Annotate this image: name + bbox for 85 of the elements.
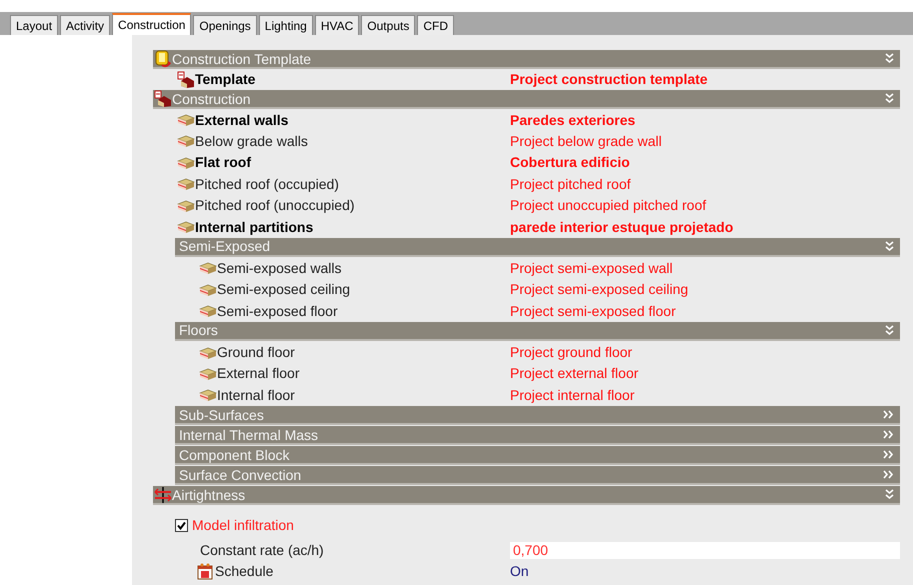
collapse-chevron-icon <box>883 450 894 460</box>
input-field[interactable]: 0,700 <box>510 542 900 560</box>
section-header[interactable]: Airtightness <box>153 486 900 506</box>
layer-icon <box>199 366 217 381</box>
tab[interactable]: Openings <box>193 15 257 35</box>
layer-icon <box>177 220 195 234</box>
expand-chevron-icon <box>885 240 894 252</box>
expand-chevron-icon <box>885 93 894 104</box>
section-title: Sub-Surfaces <box>179 408 265 422</box>
layer-icon <box>177 198 195 213</box>
row-label: External floor <box>217 364 300 384</box>
row-value[interactable]: Project semi-exposed ceiling <box>510 279 688 300</box>
row-value[interactable]: Project below grade wall <box>510 130 662 152</box>
arrows-icon <box>154 486 172 504</box>
row-value[interactable]: Project semi-exposed wall <box>510 258 673 279</box>
check-icon <box>177 520 186 530</box>
section-header[interactable]: Floors <box>175 322 900 341</box>
tab[interactable]: HVAC <box>314 15 360 35</box>
section-title: Semi-Exposed <box>179 239 272 254</box>
field-label: Constant rate (ac/h) <box>200 541 324 560</box>
section-header[interactable]: Sub-Surfaces <box>175 406 900 426</box>
section-header[interactable]: Surface Convection <box>175 466 900 486</box>
expand-chevron-icon <box>885 324 894 336</box>
checkbox-label: Model infiltration <box>192 516 294 535</box>
row-label: Semi-exposed walls <box>217 258 342 278</box>
section-title: Floors <box>179 323 219 338</box>
layer-icon <box>199 388 217 402</box>
section-title: Airtightness <box>172 488 246 502</box>
collapse-chevron-icon <box>883 430 894 440</box>
section-title: Surface Convection <box>179 468 302 482</box>
section-title: Construction <box>172 92 252 106</box>
tab[interactable]: Construction <box>112 13 192 35</box>
row-label: Pitched roof (occupied) <box>195 174 339 194</box>
section-header[interactable]: Semi-Exposed <box>175 238 900 257</box>
row-value[interactable]: Project semi-exposed floor <box>510 300 676 322</box>
row-value[interactable]: Paredes exteriores <box>510 110 636 131</box>
calendar-icon <box>197 563 213 580</box>
section-title: Internal Thermal Mass <box>179 428 320 442</box>
row-label: Flat roof <box>195 153 251 172</box>
row-value[interactable]: On <box>510 561 529 582</box>
row-label: Semi-exposed ceiling <box>217 280 350 300</box>
collapse-chevron-icon <box>883 410 894 420</box>
row-value[interactable]: Project internal floor <box>510 384 635 406</box>
expand-chevron-icon <box>885 489 894 500</box>
row-label: Internal partitions <box>195 218 314 237</box>
house-icon <box>177 70 195 89</box>
layer-icon <box>177 134 195 148</box>
section-header[interactable]: Construction <box>153 90 900 110</box>
row-label: Below grade walls <box>195 132 308 151</box>
checkbox[interactable] <box>175 518 188 532</box>
row-label: Internal floor <box>217 386 295 405</box>
row-value[interactable]: parede interior estuque projetado <box>510 216 734 238</box>
row-label: Schedule <box>215 562 274 582</box>
layer-icon <box>199 304 217 318</box>
tab[interactable]: Layout <box>10 15 58 35</box>
row-value[interactable]: Project unoccupied pitched roof <box>510 195 706 216</box>
row-label: External walls <box>195 110 288 130</box>
section-header[interactable]: Construction Template <box>153 50 900 69</box>
row-label: Semi-exposed floor <box>217 302 338 321</box>
collapse-chevron-icon <box>883 470 894 480</box>
section-title: Construction Template <box>172 52 312 66</box>
row-value[interactable]: Project ground floor <box>510 342 632 364</box>
expand-chevron-icon <box>885 53 894 64</box>
tab[interactable]: Activity <box>60 15 110 35</box>
layer-icon <box>199 282 217 297</box>
layer-icon <box>199 261 217 276</box>
section-title: Component Block <box>179 448 291 462</box>
row-label: Ground floor <box>217 343 295 362</box>
section-header[interactable]: Component Block <box>175 446 900 466</box>
tab[interactable]: CFD <box>417 15 454 35</box>
row-value[interactable]: Project construction template <box>510 69 708 90</box>
folder-arrow-icon <box>154 50 172 68</box>
row-value[interactable]: Cobertura edificio <box>510 152 630 174</box>
tab[interactable]: Lighting <box>258 15 313 35</box>
layer-icon <box>177 156 195 170</box>
tab[interactable]: Outputs <box>361 15 416 35</box>
house-icon <box>154 90 172 108</box>
row-value[interactable]: Project pitched roof <box>510 174 631 195</box>
layer-icon <box>199 346 217 360</box>
layer-icon <box>177 113 195 128</box>
row-value[interactable]: Project external floor <box>510 363 638 384</box>
row-label: Template <box>195 70 256 90</box>
layer-icon <box>177 177 195 192</box>
row-label: Pitched roof (unoccupied) <box>195 196 355 216</box>
section-header[interactable]: Internal Thermal Mass <box>175 426 900 446</box>
